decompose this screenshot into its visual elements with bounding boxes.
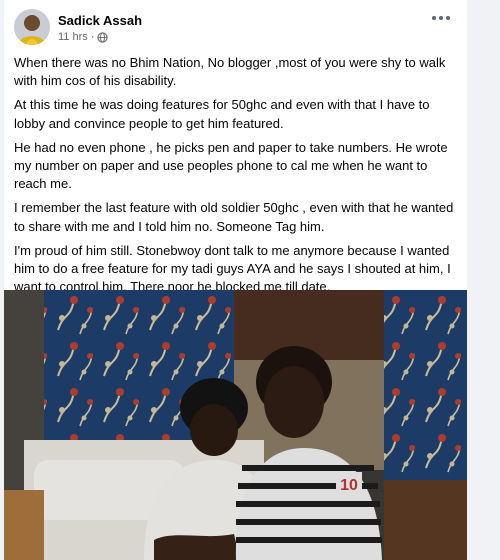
post-paragraph: I'm proud of him still. Stonebwoy dont t…	[14, 242, 451, 295]
post-photo[interactable]: 10	[4, 290, 467, 560]
post-meta: 11 hrs ·	[58, 31, 109, 43]
post-header: Sadick Assah 11 hrs ·	[4, 0, 467, 50]
post-timestamp[interactable]: 11 hrs	[58, 31, 88, 43]
globe-icon[interactable]	[97, 31, 109, 43]
meta-separator: ·	[90, 31, 95, 43]
post-paragraph: When there was no Bhim Nation, No blogge…	[14, 55, 446, 89]
post-text: When there was no Bhim Nation, No blogge…	[4, 50, 467, 296]
post-paragraph: At this time he was doing features for 5…	[14, 97, 430, 131]
photo-illustration: 10	[4, 290, 467, 560]
post-paragraph: I remember the last feature with old sol…	[14, 200, 454, 234]
author-avatar[interactable]	[14, 9, 50, 45]
author-name[interactable]: Sadick Assah	[58, 13, 142, 28]
post-paragraph: He had no even phone , he picks pen and …	[14, 139, 448, 192]
more-options-icon[interactable]	[429, 10, 453, 26]
post-card: Sadick Assah 11 hrs · When there was no …	[4, 0, 467, 560]
